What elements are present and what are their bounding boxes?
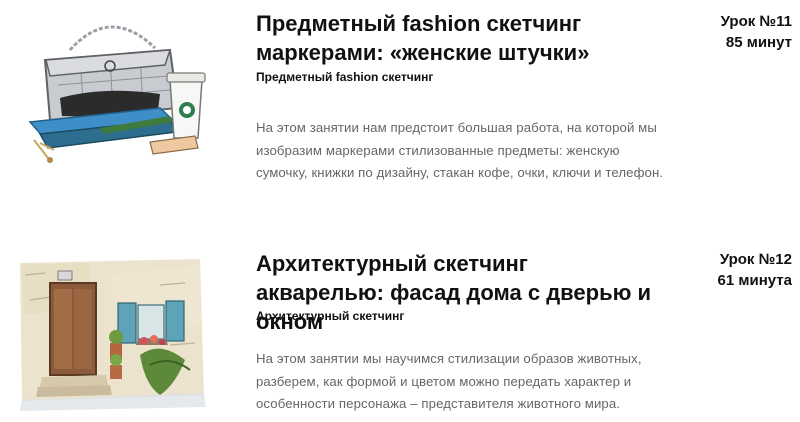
lesson-card[interactable]: Предметный fashion скетчинг маркерами: «… [0, 0, 800, 215]
lesson-thumbnail-image[interactable] [10, 10, 222, 168]
lesson-duration: 85 минут [725, 34, 792, 51]
lesson-duration: 61 минута [717, 272, 792, 289]
lesson-description: На этом занятии нам предстоит большая ра… [256, 120, 664, 180]
lesson-description: На этом занятии мы научимся стилизации о… [256, 351, 642, 411]
lesson-card[interactable]: Архитектурный скетчинг акварелью: фасад … [0, 235, 800, 422]
lesson-meta: Урок №12 61 минута [718, 249, 792, 291]
house-facade-illustration [10, 245, 222, 415]
lesson-title[interactable]: Предметный fashion скетчинг маркерами: «… [256, 9, 656, 67]
lesson-category[interactable]: Предметный fashion скетчинг [256, 69, 433, 85]
lesson-category[interactable]: Архитектурный скетчинг [256, 308, 404, 324]
handbag-sketch-illustration [10, 10, 222, 168]
lesson-number: Урок №11 [720, 13, 792, 30]
lesson-meta: Урок №11 85 минут [721, 11, 792, 53]
lesson-thumbnail-image[interactable] [10, 245, 222, 415]
lesson-number: Урок №12 [719, 251, 792, 268]
